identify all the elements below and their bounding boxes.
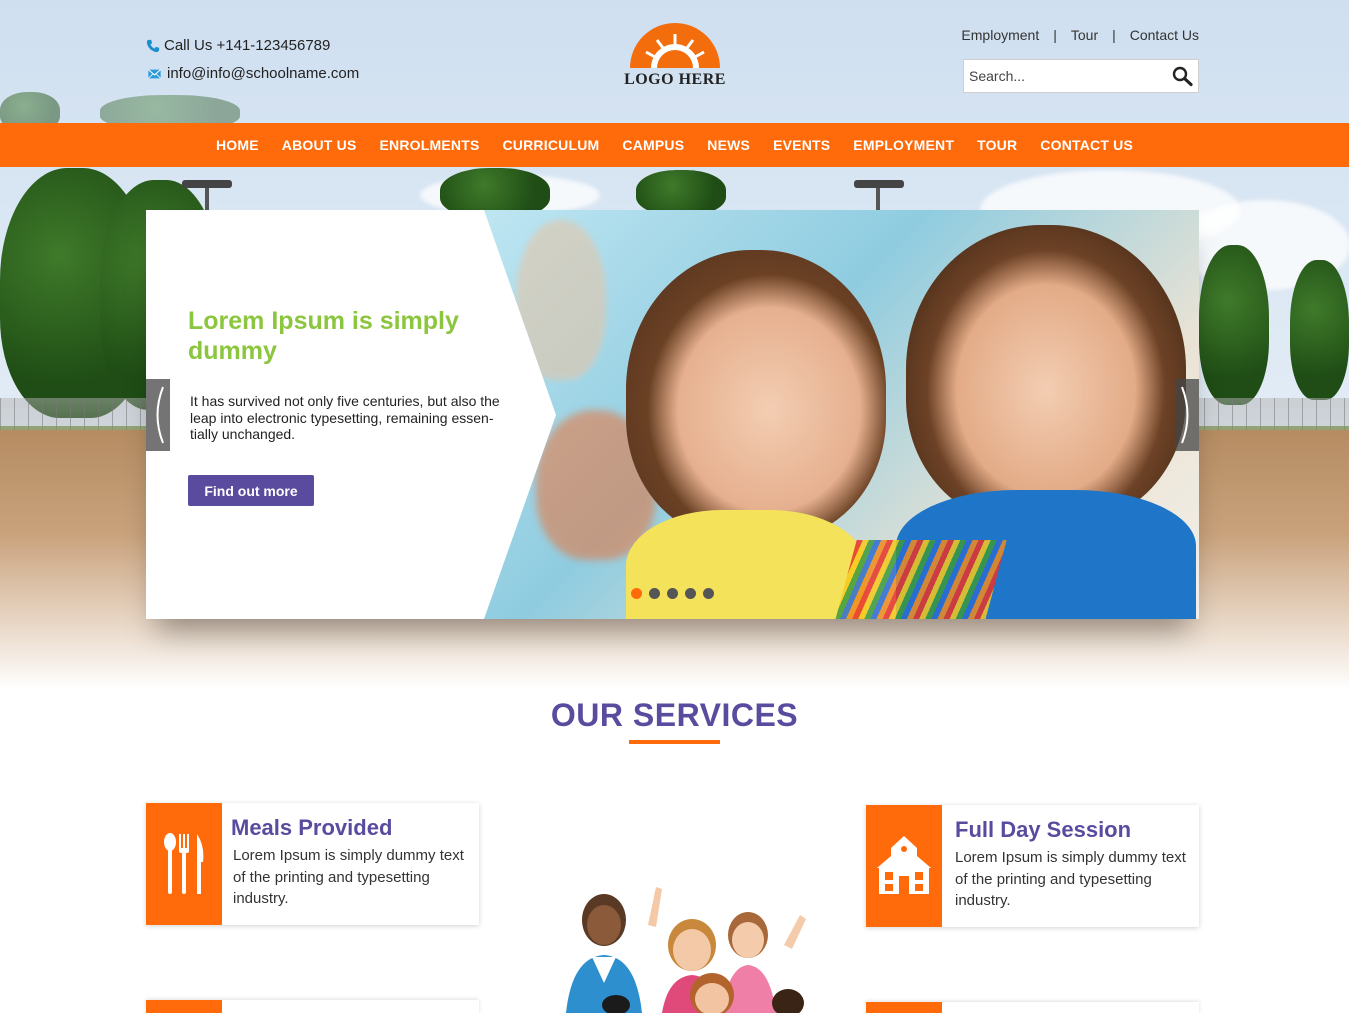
- envelope-icon: [148, 68, 161, 79]
- slider-dot[interactable]: [703, 588, 714, 599]
- chevron-right-icon: [1181, 386, 1189, 444]
- nav-about-us[interactable]: ABOUT US: [282, 137, 357, 153]
- slider-dot[interactable]: [631, 588, 642, 599]
- search-input[interactable]: [964, 60, 1164, 92]
- chevron-left-icon: [156, 386, 164, 444]
- nav-tour[interactable]: TOUR: [977, 137, 1017, 153]
- nav-campus[interactable]: CAMPUS: [622, 137, 684, 153]
- separator: |: [1053, 27, 1057, 43]
- toplink-contact-us[interactable]: Contact Us: [1130, 27, 1199, 43]
- slider-pagination: [631, 588, 714, 599]
- service-description: Lorem Ipsum is simply dummy text of the …: [233, 847, 464, 907]
- slider-dot[interactable]: [685, 588, 696, 599]
- service-description: Lorem Ipsum is simply dummy text of the …: [955, 849, 1186, 909]
- tree: [1199, 245, 1269, 405]
- girl-left: [626, 250, 886, 540]
- service-icon-box: [866, 805, 942, 927]
- logo-text: LOGO HERE: [624, 71, 726, 88]
- slider-dot[interactable]: [649, 588, 660, 599]
- slide-heading: Lorem Ipsum is simply dummy: [188, 307, 459, 365]
- hero-slider: Lorem Ipsum is simply dummy It has survi…: [146, 210, 1199, 619]
- site-header: Call Us +141-123456789 info@info@schooln…: [0, 0, 1349, 123]
- schoolhouse-icon: [877, 836, 931, 894]
- sun-logo-icon: [630, 23, 720, 68]
- phone-text: Call Us +141-123456789: [164, 37, 331, 54]
- site-logo[interactable]: LOGO HERE: [621, 22, 729, 92]
- nav-events[interactable]: EVENTS: [773, 137, 830, 153]
- slider-next-button[interactable]: [1175, 379, 1199, 451]
- light-pole-head: [182, 180, 232, 188]
- colored-pencils: [835, 540, 1007, 619]
- phone-contact: Call Us +141-123456789: [146, 37, 330, 54]
- nav-home[interactable]: HOME: [216, 137, 259, 153]
- yellow-shirt: [626, 510, 866, 619]
- slide-description: It has survived not only five centuries,…: [190, 393, 500, 442]
- service-icon-box: [146, 803, 222, 925]
- slider-dot[interactable]: [667, 588, 678, 599]
- email-text[interactable]: info@info@schoolname.com: [167, 65, 359, 82]
- toplink-tour[interactable]: Tour: [1071, 27, 1098, 43]
- service-card-partial[interactable]: [146, 1000, 479, 1013]
- tree: [636, 170, 726, 215]
- top-links: Employment | Tour | Contact Us: [961, 27, 1199, 43]
- search-box: [963, 59, 1199, 93]
- service-icon-box: [146, 1000, 222, 1013]
- services-heading: OUR SERVICES: [550, 697, 799, 733]
- slider-prev-button[interactable]: [146, 379, 170, 451]
- service-card-partial[interactable]: [866, 1002, 1199, 1013]
- toplink-employment[interactable]: Employment: [961, 27, 1039, 43]
- find-out-more-button[interactable]: Find out more: [188, 475, 314, 506]
- email-contact[interactable]: info@info@schoolname.com: [146, 65, 359, 82]
- separator: |: [1112, 27, 1116, 43]
- main-nav: HOME ABOUT US ENROLMENTS CURRICULUM CAMP…: [0, 123, 1349, 167]
- tree: [1290, 260, 1349, 400]
- service-card-full-day[interactable]: Full Day Session Lorem Ipsum is simply d…: [866, 805, 1199, 927]
- service-title: Meals Provided: [231, 815, 393, 840]
- nav-contact-us[interactable]: CONTACT US: [1040, 137, 1133, 153]
- light-pole-head: [854, 180, 904, 188]
- search-icon[interactable]: [1171, 65, 1195, 87]
- nav-employment[interactable]: EMPLOYMENT: [853, 137, 954, 153]
- service-icon-box: [866, 1002, 942, 1013]
- service-card-meals[interactable]: Meals Provided Lorem Ipsum is simply dum…: [146, 803, 479, 925]
- cutlery-icon: [164, 833, 204, 894]
- heading-underline: [629, 740, 720, 744]
- phone-icon: [146, 39, 160, 52]
- slide-photo: [476, 210, 1199, 619]
- service-title: Full Day Session: [955, 817, 1132, 842]
- children-group-image: [552, 885, 812, 1013]
- nav-news[interactable]: NEWS: [707, 137, 750, 153]
- nav-curriculum[interactable]: CURRICULUM: [503, 137, 600, 153]
- girl-right: [906, 225, 1186, 525]
- nav-enrolments[interactable]: ENROLMENTS: [380, 137, 480, 153]
